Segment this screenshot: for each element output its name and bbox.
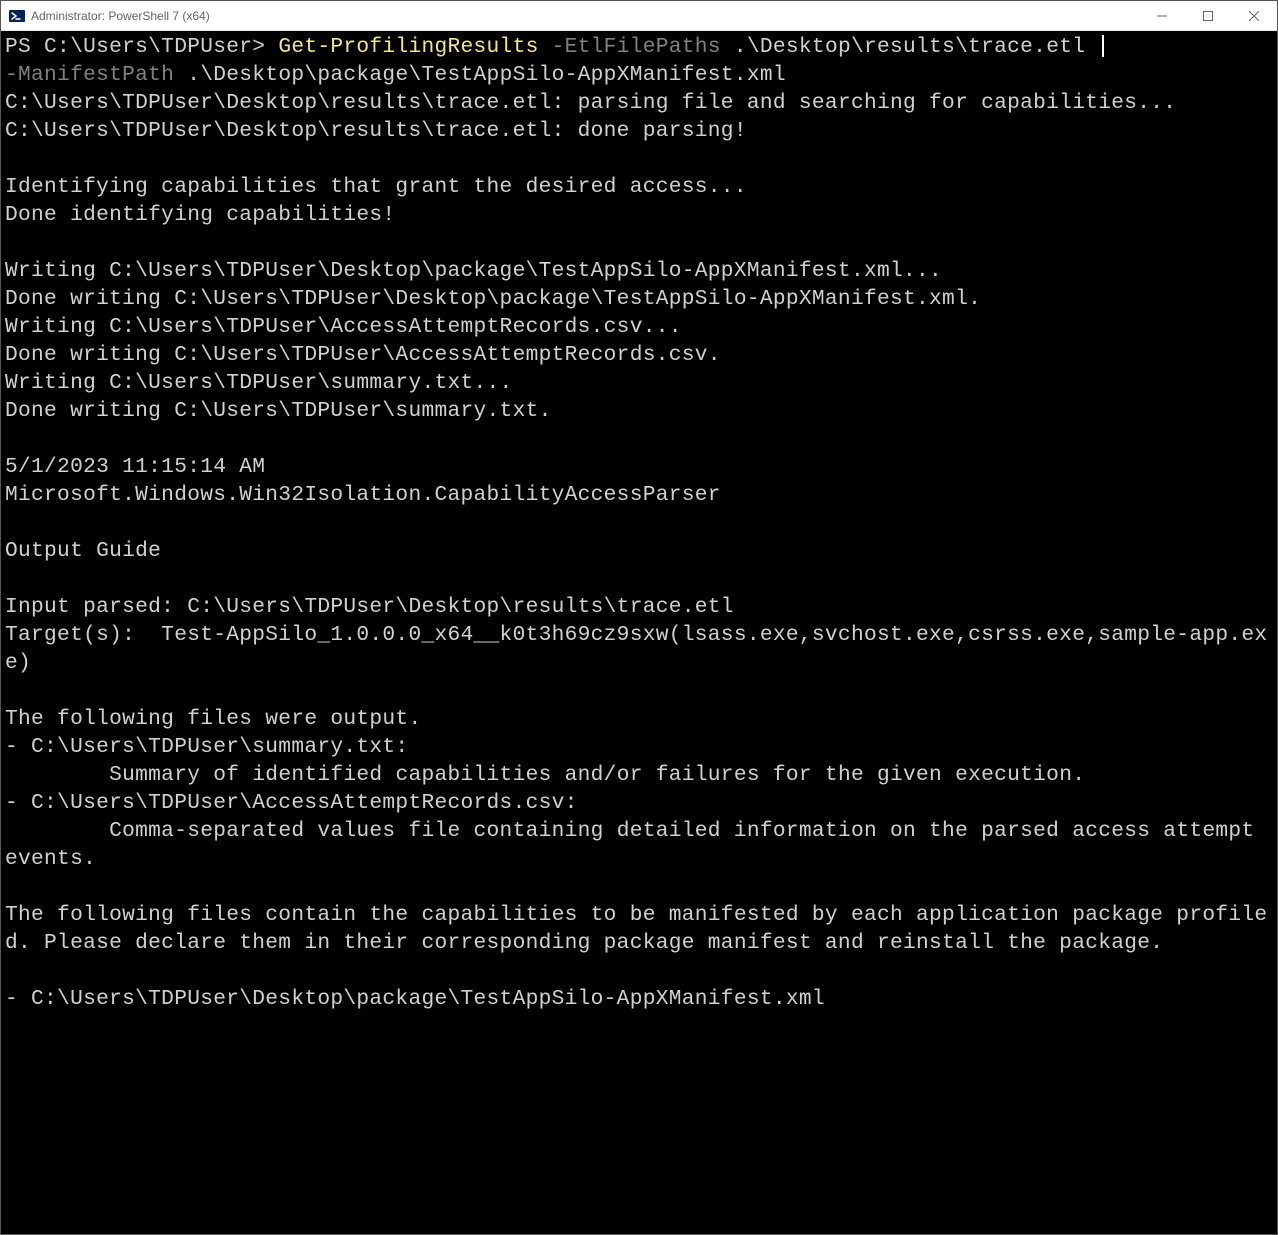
close-button[interactable] xyxy=(1231,1,1277,30)
output-line: - C:\Users\TDPUser\Desktop\package\TestA… xyxy=(5,987,825,1011)
cmdlet-name: Get-ProfilingResults xyxy=(278,35,538,59)
output-line: - C:\Users\TDPUser\summary.txt: xyxy=(5,735,408,759)
output-line: Done writing C:\Users\TDPUser\Desktop\pa… xyxy=(5,287,981,311)
terminal-output[interactable]: PS C:\Users\TDPUser> Get-ProfilingResult… xyxy=(1,31,1277,1234)
output-line: Writing C:\Users\TDPUser\Desktop\package… xyxy=(5,259,942,283)
output-line: Summary of identified capabilities and/o… xyxy=(5,763,1085,787)
param-value: .\Desktop\results\trace.etl xyxy=(721,35,1098,59)
window-controls xyxy=(1139,1,1277,30)
param-name: -ManifestPath xyxy=(5,63,174,87)
output-line: Output Guide xyxy=(5,539,161,563)
output-line: The following files contain the capabili… xyxy=(5,903,1267,955)
output-line: Comma-separated values file containing d… xyxy=(5,819,1267,871)
powershell-window: Administrator: PowerShell 7 (x64) PS C:\… xyxy=(0,0,1278,1235)
output-line: The following files were output. xyxy=(5,707,421,731)
prompt: PS C:\Users\TDPUser> xyxy=(5,35,278,59)
output-line: Done writing C:\Users\TDPUser\AccessAtte… xyxy=(5,343,721,367)
maximize-button[interactable] xyxy=(1185,1,1231,30)
param-value: .\Desktop\package\TestAppSilo-AppXManife… xyxy=(174,63,786,87)
output-line: C:\Users\TDPUser\Desktop\results\trace.e… xyxy=(5,119,747,143)
output-line: - C:\Users\TDPUser\AccessAttemptRecords.… xyxy=(5,791,578,815)
output-line: C:\Users\TDPUser\Desktop\results\trace.e… xyxy=(5,91,1176,115)
output-line: Writing C:\Users\TDPUser\AccessAttemptRe… xyxy=(5,315,682,339)
titlebar[interactable]: Administrator: PowerShell 7 (x64) xyxy=(1,1,1277,31)
powershell-icon xyxy=(9,8,25,24)
output-line: Target(s): Test-AppSilo_1.0.0.0_x64__k0t… xyxy=(5,623,1267,675)
output-line: 5/1/2023 11:15:14 AM xyxy=(5,455,265,479)
minimize-button[interactable] xyxy=(1139,1,1185,30)
cursor xyxy=(1102,35,1104,57)
window-title: Administrator: PowerShell 7 (x64) xyxy=(31,9,1139,23)
output-line: Input parsed: C:\Users\TDPUser\Desktop\r… xyxy=(5,595,734,619)
output-line: Done writing C:\Users\TDPUser\summary.tx… xyxy=(5,399,552,423)
output-line: Microsoft.Windows.Win32Isolation.Capabil… xyxy=(5,483,721,507)
param-name: -EtlFilePaths xyxy=(539,35,721,59)
output-line: Writing C:\Users\TDPUser\summary.txt... xyxy=(5,371,513,395)
output-line: Identifying capabilities that grant the … xyxy=(5,175,747,199)
output-line: Done identifying capabilities! xyxy=(5,203,395,227)
